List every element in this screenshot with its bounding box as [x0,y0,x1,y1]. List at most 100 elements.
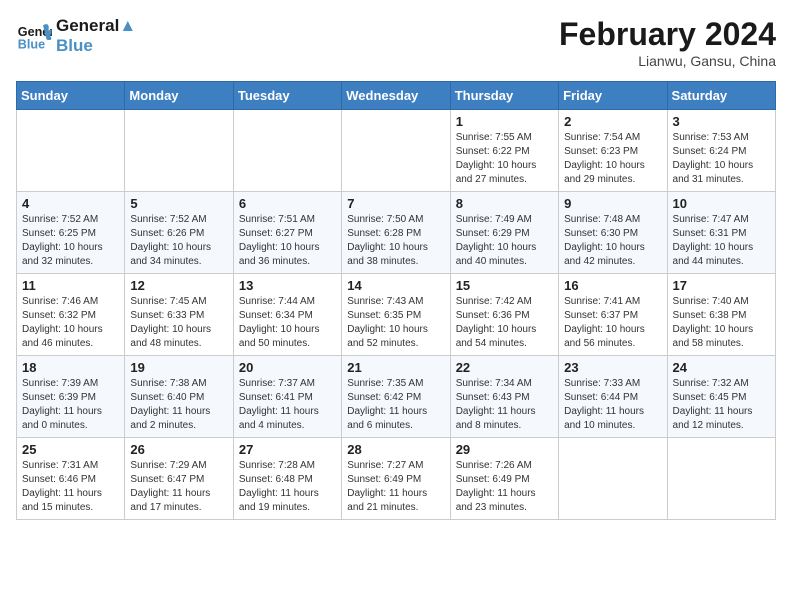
day-number: 2 [564,114,661,129]
month-year: February 2024 [559,16,776,53]
day-info: Sunrise: 7:37 AM Sunset: 6:41 PM Dayligh… [239,377,336,433]
weekday-header: Wednesday [342,82,450,110]
day-info: Sunrise: 7:49 AM Sunset: 6:29 PM Dayligh… [456,213,553,269]
calendar-day-cell: 14 Sunrise: 7:43 AM Sunset: 6:35 PM Dayli… [342,274,450,356]
calendar-day-cell: 1Sunrise: 7:55 AM Sunset: 6:22 PM Daylig… [450,110,558,192]
calendar-day-cell [17,110,125,192]
calendar-week-row: 18 Sunrise: 7:39 AM Sunset: 6:39 PM Dayli… [17,356,776,438]
weekday-header: Thursday [450,82,558,110]
day-number: 28 [347,442,444,457]
day-info: Sunrise: 7:27 AM Sunset: 6:49 PM Dayligh… [347,459,444,515]
calendar-day-cell [559,438,667,520]
svg-text:Blue: Blue [18,38,45,52]
calendar-day-cell: 25 Sunrise: 7:31 AM Sunset: 6:46 PM Dayli… [17,438,125,520]
day-info: Sunrise: 7:52 AM Sunset: 6:25 PM Dayligh… [22,213,119,269]
calendar-day-cell: 5Sunrise: 7:52 AM Sunset: 6:26 PM Daylig… [125,192,233,274]
calendar-day-cell: 10 Sunrise: 7:47 AM Sunset: 6:31 PM Dayli… [667,192,775,274]
day-number: 26 [130,442,227,457]
day-number: 1 [456,114,553,129]
calendar-week-row: 1Sunrise: 7:55 AM Sunset: 6:22 PM Daylig… [17,110,776,192]
calendar-day-cell: 8Sunrise: 7:49 AM Sunset: 6:29 PM Daylig… [450,192,558,274]
calendar-week-row: 25 Sunrise: 7:31 AM Sunset: 6:46 PM Dayli… [17,438,776,520]
calendar-day-cell: 19 Sunrise: 7:38 AM Sunset: 6:40 PM Dayli… [125,356,233,438]
logo: General Blue General▲ Blue [16,16,136,57]
day-number: 5 [130,196,227,211]
calendar-day-cell: 22Sunrise: 7:34 AM Sunset: 6:43 PM Dayli… [450,356,558,438]
day-number: 27 [239,442,336,457]
calendar-day-cell: 26 Sunrise: 7:29 AM Sunset: 6:47 PM Dayli… [125,438,233,520]
day-number: 19 [130,360,227,375]
weekday-header: Tuesday [233,82,341,110]
calendar-day-cell: 17 Sunrise: 7:40 AM Sunset: 6:38 PM Dayli… [667,274,775,356]
location: Lianwu, Gansu, China [559,53,776,69]
day-info: Sunrise: 7:45 AM Sunset: 6:33 PM Dayligh… [130,295,227,351]
calendar-day-cell: 28 Sunrise: 7:27 AM Sunset: 6:49 PM Dayli… [342,438,450,520]
day-info: Sunrise: 7:43 AM Sunset: 6:35 PM Dayligh… [347,295,444,351]
day-info: Sunrise: 7:28 AM Sunset: 6:48 PM Dayligh… [239,459,336,515]
day-number: 25 [22,442,119,457]
calendar-day-cell [667,438,775,520]
calendar-day-cell [233,110,341,192]
day-info: Sunrise: 7:46 AM Sunset: 6:32 PM Dayligh… [22,295,119,351]
calendar-day-cell: 9 Sunrise: 7:48 AM Sunset: 6:30 PM Daylig… [559,192,667,274]
day-info: Sunrise: 7:42 AM Sunset: 6:36 PM Dayligh… [456,295,553,351]
day-number: 21 [347,360,444,375]
day-number: 11 [22,278,119,293]
day-number: 29 [456,442,553,457]
day-info: Sunrise: 7:34 AM Sunset: 6:43 PM Dayligh… [456,377,553,433]
weekday-header: Sunday [17,82,125,110]
calendar-day-cell [342,110,450,192]
day-number: 24 [673,360,770,375]
day-number: 17 [673,278,770,293]
day-number: 23 [564,360,661,375]
day-info: Sunrise: 7:41 AM Sunset: 6:37 PM Dayligh… [564,295,661,351]
day-info: Sunrise: 7:54 AM Sunset: 6:23 PM Dayligh… [564,131,661,187]
calendar-day-cell: 2 Sunrise: 7:54 AM Sunset: 6:23 PM Daylig… [559,110,667,192]
calendar-day-cell: 11 Sunrise: 7:46 AM Sunset: 6:32 PM Dayli… [17,274,125,356]
day-number: 18 [22,360,119,375]
day-info: Sunrise: 7:47 AM Sunset: 6:31 PM Dayligh… [673,213,770,269]
day-number: 13 [239,278,336,293]
weekday-header: Saturday [667,82,775,110]
day-info: Sunrise: 7:26 AM Sunset: 6:49 PM Dayligh… [456,459,553,515]
day-info: Sunrise: 7:31 AM Sunset: 6:46 PM Dayligh… [22,459,119,515]
calendar-table: SundayMondayTuesdayWednesdayThursdayFrid… [16,81,776,520]
calendar-day-cell: 27 Sunrise: 7:28 AM Sunset: 6:48 PM Dayli… [233,438,341,520]
calendar-day-cell: 4 Sunrise: 7:52 AM Sunset: 6:25 PM Daylig… [17,192,125,274]
day-number: 3 [673,114,770,129]
day-info: Sunrise: 7:50 AM Sunset: 6:28 PM Dayligh… [347,213,444,269]
day-info: Sunrise: 7:29 AM Sunset: 6:47 PM Dayligh… [130,459,227,515]
logo-text: General▲ [56,16,136,36]
day-info: Sunrise: 7:39 AM Sunset: 6:39 PM Dayligh… [22,377,119,433]
weekday-header: Monday [125,82,233,110]
weekday-header-row: SundayMondayTuesdayWednesdayThursdayFrid… [17,82,776,110]
day-number: 9 [564,196,661,211]
day-info: Sunrise: 7:35 AM Sunset: 6:42 PM Dayligh… [347,377,444,433]
day-info: Sunrise: 7:40 AM Sunset: 6:38 PM Dayligh… [673,295,770,351]
day-info: Sunrise: 7:33 AM Sunset: 6:44 PM Dayligh… [564,377,661,433]
day-info: Sunrise: 7:51 AM Sunset: 6:27 PM Dayligh… [239,213,336,269]
calendar-day-cell: 20Sunrise: 7:37 AM Sunset: 6:41 PM Dayli… [233,356,341,438]
calendar-week-row: 4 Sunrise: 7:52 AM Sunset: 6:25 PM Daylig… [17,192,776,274]
page-header: General Blue General▲ Blue February 2024… [16,16,776,69]
weekday-header: Friday [559,82,667,110]
logo-icon: General Blue [16,18,52,54]
day-info: Sunrise: 7:32 AM Sunset: 6:45 PM Dayligh… [673,377,770,433]
day-info: Sunrise: 7:53 AM Sunset: 6:24 PM Dayligh… [673,131,770,187]
calendar-day-cell: 29 Sunrise: 7:26 AM Sunset: 6:49 PM Dayli… [450,438,558,520]
day-number: 14 [347,278,444,293]
calendar-week-row: 11 Sunrise: 7:46 AM Sunset: 6:32 PM Dayli… [17,274,776,356]
calendar-day-cell: 6Sunrise: 7:51 AM Sunset: 6:27 PM Daylig… [233,192,341,274]
title-block: February 2024 Lianwu, Gansu, China [559,16,776,69]
calendar-day-cell: 13Sunrise: 7:44 AM Sunset: 6:34 PM Dayli… [233,274,341,356]
day-number: 15 [456,278,553,293]
day-number: 4 [22,196,119,211]
day-number: 16 [564,278,661,293]
calendar-day-cell: 15 Sunrise: 7:42 AM Sunset: 6:36 PM Dayli… [450,274,558,356]
day-info: Sunrise: 7:38 AM Sunset: 6:40 PM Dayligh… [130,377,227,433]
calendar-day-cell: 24 Sunrise: 7:32 AM Sunset: 6:45 PM Dayli… [667,356,775,438]
logo-subtext: Blue [56,36,136,56]
day-info: Sunrise: 7:48 AM Sunset: 6:30 PM Dayligh… [564,213,661,269]
day-number: 10 [673,196,770,211]
calendar-day-cell: 23 Sunrise: 7:33 AM Sunset: 6:44 PM Dayli… [559,356,667,438]
